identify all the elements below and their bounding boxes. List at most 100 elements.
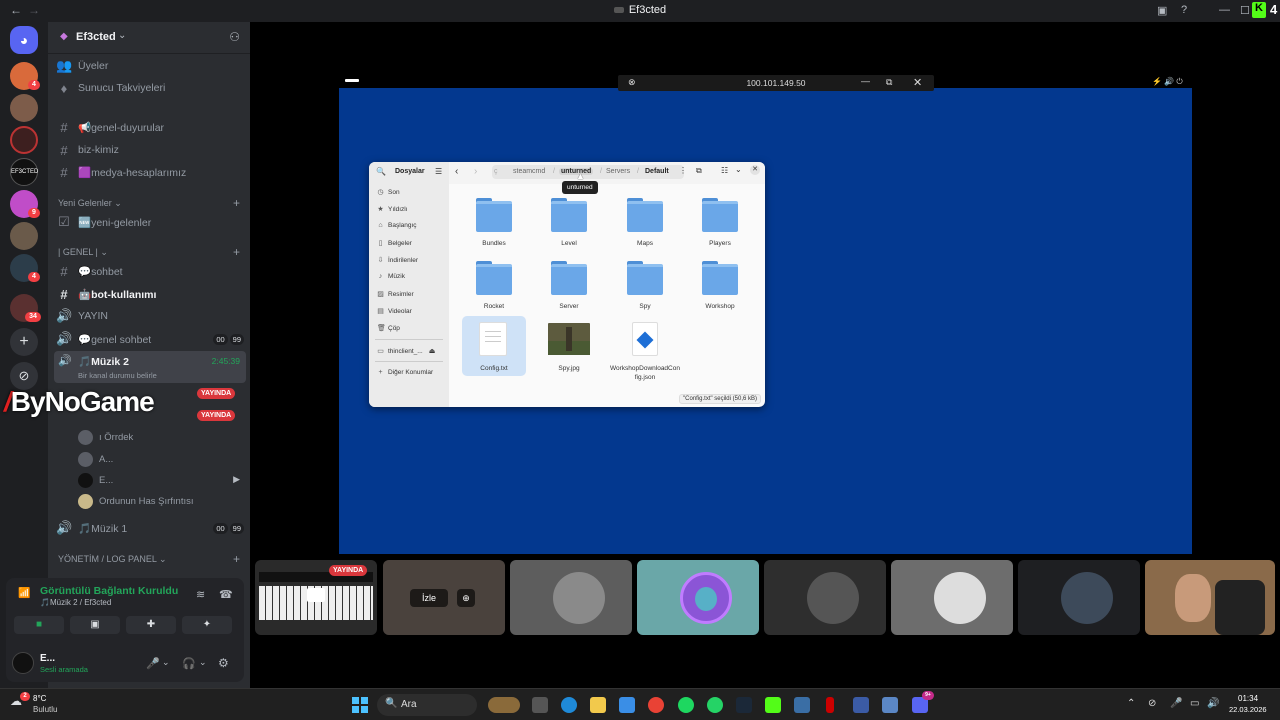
sidebar-item-members[interactable]: 👥 Üyeler bbox=[56, 56, 244, 76]
windows-start-icon[interactable] bbox=[352, 697, 368, 713]
steam-icon[interactable] bbox=[736, 697, 752, 713]
weather-temp[interactable]: 8°C bbox=[33, 694, 46, 703]
maximize-icon[interactable]: ☐ bbox=[1240, 4, 1250, 17]
channel-item[interactable]: 🔊 YAYIN bbox=[56, 306, 244, 326]
eject-icon[interactable]: ⏏ bbox=[429, 347, 436, 355]
clock-time[interactable]: 01:34 bbox=[1238, 694, 1258, 703]
place-videos[interactable]: ▤ Videolar bbox=[377, 307, 412, 316]
server-icon[interactable] bbox=[10, 222, 38, 250]
channel-item[interactable]: ☑ 🆕yeni-gelenler bbox=[56, 212, 244, 232]
zoom-icon[interactable]: ⊕ bbox=[457, 589, 475, 607]
breadcrumb-item[interactable]: steamcmd bbox=[513, 168, 545, 175]
minimize-icon[interactable]: — bbox=[861, 76, 870, 86]
help-icon[interactable]: ? bbox=[1181, 4, 1187, 16]
participant-tile[interactable] bbox=[764, 560, 886, 635]
app-icon[interactable] bbox=[853, 697, 869, 713]
settings-gear-icon[interactable]: ⚙ bbox=[218, 656, 229, 670]
headphones-icon[interactable]: 🎧 bbox=[182, 657, 196, 670]
chrome-icon[interactable] bbox=[648, 697, 664, 713]
place-recent[interactable]: ◷ Son bbox=[377, 188, 399, 197]
file-item-selected[interactable]: Config.txt bbox=[462, 316, 526, 376]
app-icon[interactable] bbox=[826, 697, 834, 713]
connection-status[interactable]: Görüntülü Bağlantı Kuruldu bbox=[40, 585, 178, 597]
remote-desktop-icon[interactable] bbox=[794, 697, 810, 713]
add-channel-icon[interactable]: + bbox=[233, 245, 240, 259]
add-channel-icon[interactable]: + bbox=[233, 196, 240, 210]
connection-channel[interactable]: 🎵Müzik 2 / Ef3cted bbox=[40, 598, 111, 607]
invite-user-icon[interactable]: ⚇ bbox=[229, 30, 240, 44]
voice-user[interactable]: ı Örrdek bbox=[78, 427, 133, 447]
edge-browser-icon[interactable] bbox=[561, 697, 577, 713]
place-music[interactable]: ♪ Müzik bbox=[377, 273, 405, 280]
view-list-icon[interactable]: ☷ bbox=[721, 166, 728, 175]
search-box[interactable]: 🔍 Ara bbox=[377, 694, 477, 716]
category-header[interactable]: YÖNETİM / LOG PANEL ⌄ bbox=[58, 554, 167, 565]
server-header[interactable]: ◆ Ef3cted ⌄ ⚇ bbox=[48, 22, 250, 54]
webcam-tile[interactable] bbox=[1145, 560, 1275, 635]
add-server-icon[interactable]: + bbox=[10, 328, 38, 356]
channel-status[interactable]: Bir kanal durumu belirle bbox=[78, 371, 157, 380]
widgets-icon[interactable] bbox=[488, 697, 520, 713]
breadcrumb-item[interactable]: ç bbox=[494, 168, 498, 175]
voice-channel-item[interactable]: 🔊 💬genel sohbet 00 99 bbox=[56, 329, 244, 349]
server-icon[interactable] bbox=[10, 94, 38, 122]
voice-user[interactable]: A... bbox=[78, 449, 113, 469]
minimize-icon[interactable]: — bbox=[1219, 4, 1230, 16]
soundboard-button[interactable]: ✦ bbox=[182, 616, 232, 634]
participant-tile[interactable] bbox=[891, 560, 1013, 635]
signal-icon[interactable]: 📶 bbox=[18, 588, 30, 599]
screenshare-button[interactable]: ▣ bbox=[70, 616, 120, 634]
channel-item-unread[interactable]: # 🤖bot-kullanımı bbox=[56, 284, 244, 304]
new-tab-icon[interactable]: ⧉ bbox=[696, 166, 702, 176]
close-icon[interactable]: ✕ bbox=[913, 76, 922, 89]
channel-item[interactable]: # 💬sohbet bbox=[56, 261, 244, 281]
category-header[interactable]: | GENEL | ⌄ bbox=[58, 247, 108, 258]
server-icon[interactable]: 4 bbox=[10, 62, 40, 90]
watch-button[interactable]: İzle bbox=[410, 589, 448, 607]
voice-user[interactable]: Ordunun Has Şırfıntısı bbox=[78, 491, 194, 511]
channel-item[interactable]: # 🟪medya-hesaplarımız bbox=[56, 162, 244, 182]
place-downloads[interactable]: ⇩ İndirilenler bbox=[377, 256, 418, 265]
place-device[interactable]: ▭ thinclient_... ⏏ bbox=[377, 347, 436, 356]
tray-chevron-icon[interactable]: ⌃ bbox=[1127, 698, 1135, 709]
app-icon[interactable] bbox=[882, 697, 898, 713]
clock-date[interactable]: 22.03.2026 bbox=[1229, 705, 1267, 714]
add-channel-icon[interactable]: + bbox=[233, 552, 240, 566]
stream-tile[interactable]: İzle ⊕ bbox=[383, 560, 505, 635]
file-explorer-icon[interactable] bbox=[590, 697, 606, 713]
place-trash[interactable]: 🗑 Çöp bbox=[377, 324, 400, 333]
chevron-down-icon[interactable]: ⌄ bbox=[162, 657, 170, 668]
breadcrumb-current[interactable]: Default bbox=[645, 168, 669, 175]
server-icon[interactable]: 34 bbox=[10, 294, 41, 322]
breadcrumb-item[interactable]: Servers bbox=[606, 168, 630, 175]
server-icon[interactable]: 9 bbox=[10, 190, 40, 218]
menu-icon[interactable]: ☰ bbox=[435, 167, 442, 176]
camera-button[interactable]: ■ bbox=[14, 616, 64, 634]
more-options-icon[interactable]: ⋮ bbox=[679, 166, 687, 175]
volume-icon[interactable]: 🔊 bbox=[1207, 698, 1219, 709]
forward-icon[interactable]: › bbox=[474, 166, 477, 177]
place-other-locations[interactable]: + Diğer Konumlar bbox=[377, 369, 433, 376]
participant-tile[interactable] bbox=[1018, 560, 1140, 635]
microphone-icon[interactable]: 🎤 bbox=[146, 657, 160, 670]
display-icon[interactable]: ▭ bbox=[1190, 698, 1199, 709]
channel-item[interactable]: # 📢genel-duyurular bbox=[56, 117, 244, 137]
disconnect-icon[interactable]: ☎ bbox=[219, 588, 233, 601]
channel-item[interactable]: # biz-kimiz bbox=[56, 140, 244, 160]
participant-tile-speaking[interactable] bbox=[637, 560, 759, 635]
place-starred[interactable]: ★ Yıldızlı bbox=[377, 205, 407, 214]
place-home[interactable]: ⌂ Başlangıç bbox=[377, 222, 416, 229]
voice-channel-item[interactable]: 🔊 🎵Müzik 1 00 99 bbox=[56, 518, 244, 538]
spotify-icon[interactable] bbox=[678, 697, 694, 713]
activities-button[interactable]: ✚ bbox=[126, 616, 176, 634]
discord-taskbar-icon[interactable]: 9+ bbox=[912, 691, 934, 713]
place-documents[interactable]: ▯ Belgeler bbox=[377, 239, 412, 248]
back-icon[interactable]: ‹ bbox=[455, 166, 458, 177]
microphone-icon[interactable]: 🎤 bbox=[1170, 698, 1182, 709]
voice-user[interactable]: E... bbox=[78, 470, 113, 490]
place-pictures[interactable]: ▨ Resimler bbox=[377, 290, 413, 299]
search-icon[interactable]: 🔍 bbox=[376, 167, 386, 176]
inbox-icon[interactable]: ▣ bbox=[1157, 4, 1167, 17]
voice-channel-active[interactable]: 🔊 🎵Müzik 2 2:45:39 Bir kanal durumu beli… bbox=[54, 351, 246, 383]
close-icon[interactable]: ✕ bbox=[750, 165, 760, 175]
